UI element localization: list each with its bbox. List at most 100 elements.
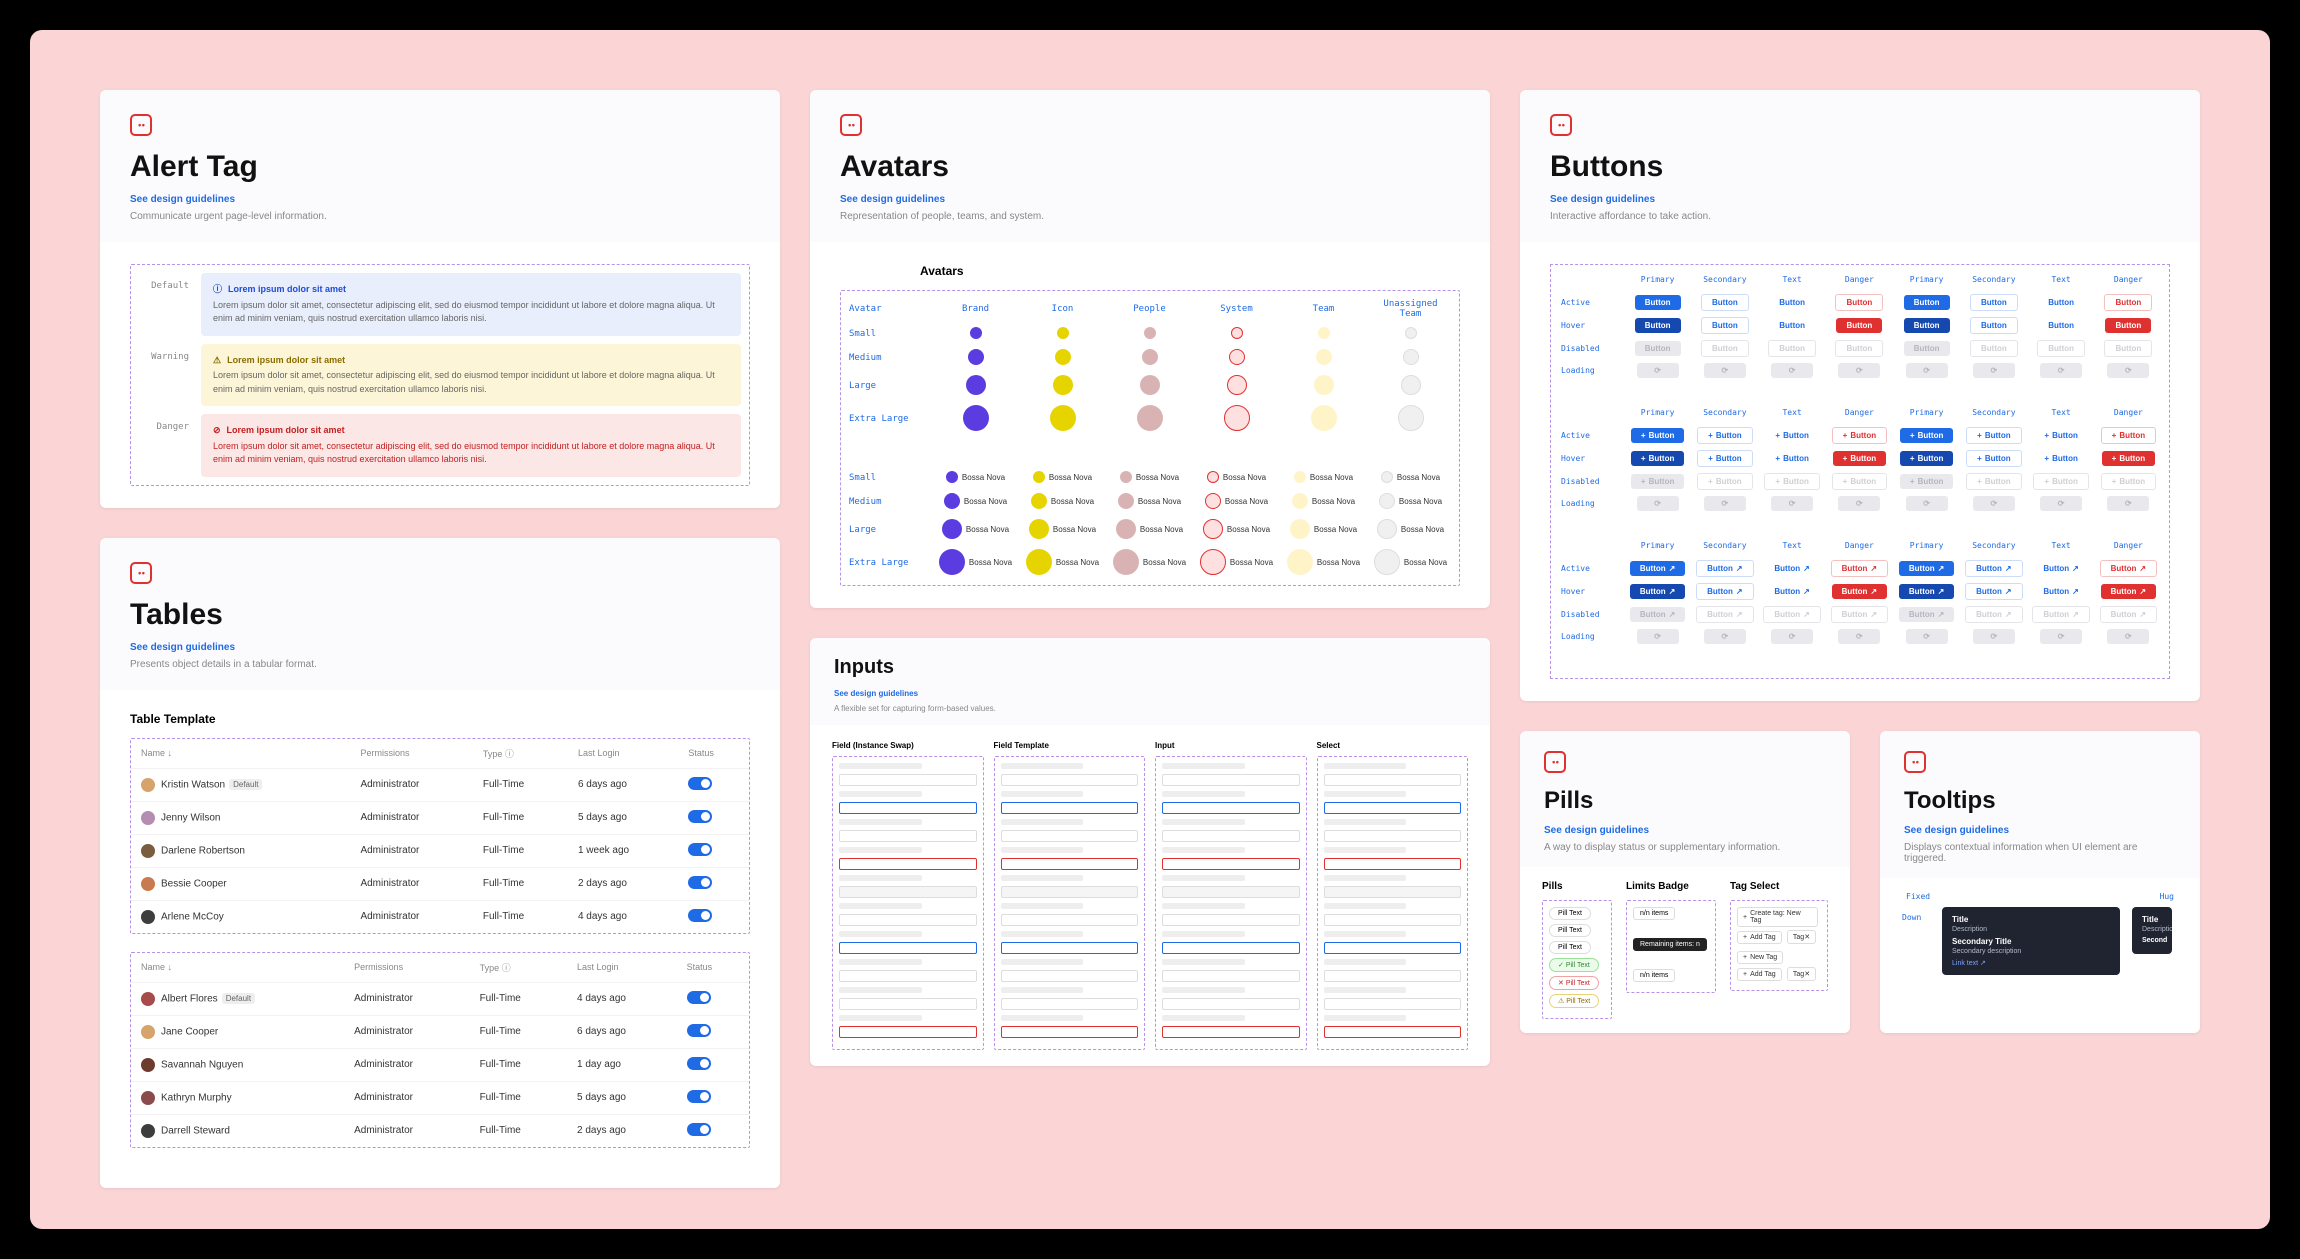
status-toggle[interactable]	[688, 876, 712, 889]
input-example[interactable]	[1001, 970, 1139, 982]
table-row[interactable]: Darrell StewardAdministratorFull-Time2 d…	[131, 1114, 749, 1147]
button-example[interactable]: Button ↗	[2100, 606, 2157, 623]
button-example[interactable]: Button	[1904, 318, 1950, 333]
table-row[interactable]: Jane CooperAdministratorFull-Time6 days …	[131, 1015, 749, 1048]
button-example[interactable]: Button ↗	[1965, 583, 2022, 600]
table-header[interactable]: Status	[677, 953, 749, 983]
input-example[interactable]	[839, 970, 977, 982]
table-row[interactable]: Kathryn MurphyAdministratorFull-Time5 da…	[131, 1081, 749, 1114]
table-header[interactable]: Last Login	[567, 953, 677, 983]
input-example[interactable]	[1162, 830, 1300, 842]
button-example[interactable]: Button ↗	[1630, 607, 1685, 622]
button-example[interactable]: Button	[1904, 341, 1950, 356]
button-example[interactable]: Button	[1904, 295, 1950, 310]
button-example[interactable]: +Button	[2034, 428, 2087, 443]
button-example[interactable]: Button	[1635, 318, 1681, 333]
input-example[interactable]	[1162, 774, 1300, 786]
input-example[interactable]	[1162, 886, 1300, 898]
design-guidelines-link[interactable]: See design guidelines	[840, 194, 1460, 205]
button-example[interactable]: +Button	[2034, 451, 2087, 466]
button-example[interactable]: +Button	[1832, 427, 1887, 444]
button-example[interactable]: +Button	[2101, 473, 2156, 490]
status-toggle[interactable]	[687, 991, 711, 1004]
status-toggle[interactable]	[687, 1024, 711, 1037]
design-guidelines-link[interactable]: See design guidelines	[1544, 825, 1826, 836]
status-toggle[interactable]	[688, 810, 712, 823]
button-example[interactable]: Button	[2104, 340, 2152, 357]
button-example[interactable]: Button	[1835, 340, 1883, 357]
button-example[interactable]: Button	[2104, 294, 2152, 311]
button-example[interactable]: +Button	[1900, 428, 1953, 443]
input-example[interactable]	[839, 886, 977, 898]
button-example[interactable]: Button ↗	[1630, 584, 1685, 599]
button-example[interactable]: Button ↗	[2101, 584, 2156, 599]
button-example[interactable]: Button ↗	[2100, 560, 2157, 577]
input-example[interactable]	[1162, 970, 1300, 982]
input-example[interactable]	[1001, 774, 1139, 786]
button-example[interactable]: Button	[1635, 341, 1681, 356]
table-header[interactable]: Type ⓘ	[470, 953, 567, 983]
input-example[interactable]	[839, 774, 977, 786]
button-example[interactable]: Button	[1835, 294, 1883, 311]
status-toggle[interactable]	[687, 1123, 711, 1136]
button-example[interactable]: +Button	[2033, 473, 2088, 490]
table-row[interactable]: Savannah NguyenAdministratorFull-Time1 d…	[131, 1048, 749, 1081]
input-example[interactable]	[1162, 942, 1300, 954]
button-example[interactable]: Button	[1635, 295, 1681, 310]
button-example[interactable]: Button	[1769, 295, 1815, 310]
button-example[interactable]: Button	[2038, 295, 2084, 310]
design-guidelines-link[interactable]: See design guidelines	[1904, 825, 2176, 836]
table-row[interactable]: Albert FloresDefaultAdministratorFull-Ti…	[131, 982, 749, 1015]
status-toggle[interactable]	[687, 1057, 711, 1070]
input-example[interactable]	[1162, 914, 1300, 926]
tag-add[interactable]: +Add Tag	[1737, 968, 1782, 981]
button-example[interactable]: +Button	[1833, 451, 1886, 466]
design-guidelines-link[interactable]: See design guidelines	[130, 642, 750, 653]
input-example[interactable]	[1324, 942, 1462, 954]
input-example[interactable]	[1001, 998, 1139, 1010]
button-example[interactable]: Button	[2038, 318, 2084, 333]
input-example[interactable]	[1001, 830, 1139, 842]
button-example[interactable]: +Button	[1832, 473, 1887, 490]
button-example[interactable]: +Button	[1966, 473, 2021, 490]
design-guidelines-link[interactable]: See design guidelines	[1550, 194, 2170, 205]
button-example[interactable]: Button ↗	[2033, 561, 2088, 576]
button-example[interactable]: Button ↗	[1899, 584, 1954, 599]
input-example[interactable]	[1324, 858, 1462, 870]
button-example[interactable]: +Button	[1631, 428, 1684, 443]
button-example[interactable]: Button	[1970, 294, 2018, 311]
button-example[interactable]: Button ↗	[1965, 606, 2022, 623]
button-example[interactable]: Button ↗	[1696, 606, 1753, 623]
button-example[interactable]: Button	[1701, 294, 1749, 311]
button-example[interactable]: Button	[1701, 340, 1749, 357]
tag-add[interactable]: +Add Tag	[1737, 931, 1782, 944]
button-example[interactable]: +Button	[1900, 451, 1953, 466]
input-example[interactable]	[1001, 858, 1139, 870]
button-example[interactable]: Button ↗	[1831, 560, 1888, 577]
input-example[interactable]	[1324, 802, 1462, 814]
button-example[interactable]: +Button	[1697, 427, 1752, 444]
button-example[interactable]: Button	[1970, 317, 2018, 334]
button-example[interactable]: Button ↗	[1899, 561, 1954, 576]
input-example[interactable]	[1324, 914, 1462, 926]
button-example[interactable]: Button ↗	[2032, 606, 2089, 623]
input-example[interactable]	[1162, 1026, 1300, 1038]
button-example[interactable]: Button	[2037, 340, 2085, 357]
status-toggle[interactable]	[688, 909, 712, 922]
table-header[interactable]: Last Login	[568, 739, 678, 769]
table-row[interactable]: Darlene RobertsonAdministratorFull-Time1…	[131, 834, 749, 867]
table-row[interactable]: Jenny WilsonAdministratorFull-Time5 days…	[131, 801, 749, 834]
button-example[interactable]: Button ↗	[1831, 606, 1888, 623]
button-example[interactable]: Button	[1970, 340, 2018, 357]
input-example[interactable]	[839, 802, 977, 814]
button-example[interactable]: Button ↗	[1696, 560, 1753, 577]
tag-create[interactable]: +Create tag: New Tag	[1737, 907, 1818, 927]
button-example[interactable]: +Button	[1631, 451, 1684, 466]
button-example[interactable]: Button ↗	[1764, 584, 1819, 599]
button-example[interactable]: Button ↗	[2033, 584, 2088, 599]
input-example[interactable]	[1324, 998, 1462, 1010]
button-example[interactable]: Button ↗	[1630, 561, 1685, 576]
input-example[interactable]	[1324, 774, 1462, 786]
button-example[interactable]: Button	[1701, 317, 1749, 334]
table-header[interactable]: Permissions	[344, 953, 469, 983]
